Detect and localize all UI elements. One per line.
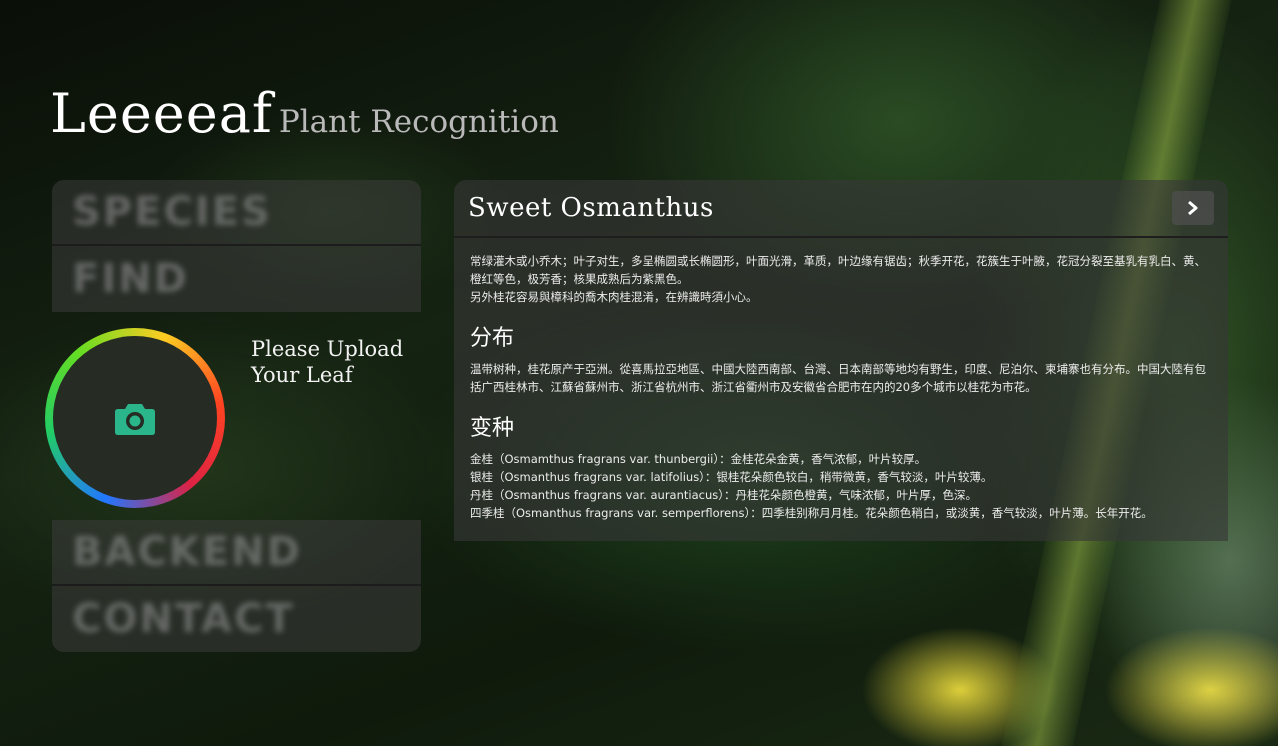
- nav-item-backend[interactable]: BACKEND: [52, 520, 421, 586]
- variants-heading: 变种: [470, 416, 515, 441]
- page-header: Leeeeaf Plant Recognition: [50, 82, 559, 145]
- result-panel: Sweet Osmanthus 常绿灌木或小乔木；叶子对生，多呈椭圆或长椭圆形，…: [454, 180, 1228, 541]
- nav-item-species[interactable]: SPECIES: [52, 180, 421, 246]
- brand-logo-text: Leeeeaf: [50, 82, 273, 145]
- chevron-right-icon: [1188, 201, 1198, 215]
- upload-prompt: Please Upload Your Leaf: [251, 336, 421, 388]
- distribution-paragraph: 温带树种，桂花原产于亞洲。從喜馬拉亞地區、中國大陸西南部、台灣、日本南部等地均有…: [470, 362, 1206, 394]
- nav-item-find[interactable]: FIND: [52, 246, 421, 312]
- nav-item-contact[interactable]: CONTACT: [52, 586, 421, 652]
- camera-icon: [115, 404, 155, 435]
- page-subtitle: Plant Recognition: [278, 104, 559, 140]
- next-result-button[interactable]: [1172, 191, 1214, 225]
- upload-inner-circle: [53, 336, 217, 500]
- upload-prompt-line-1: Please Upload: [251, 337, 404, 361]
- nav-item-label: FIND: [72, 256, 189, 302]
- result-header: Sweet Osmanthus: [454, 180, 1228, 238]
- variant-item: 金桂（Osmamthus fragrans var. thunbergii）：金…: [470, 452, 927, 466]
- intro-note: 另外桂花容易與樟科的喬木肉桂混淆，在辨識時須小心。: [470, 290, 758, 304]
- nav-item-label: CONTACT: [72, 596, 295, 642]
- upload-leaf-button[interactable]: [45, 328, 225, 508]
- result-body: 常绿灌木或小乔木；叶子对生，多呈椭圆或长椭圆形，叶面光滑，革质，叶边缘有锯齿；秋…: [454, 238, 1228, 522]
- nav-item-label: BACKEND: [72, 529, 302, 575]
- variant-item: 银桂（Osmanthus fragrans var. latifolius）：银…: [470, 470, 993, 484]
- intro-paragraph: 常绿灌木或小乔木；叶子对生，多呈椭圆或长椭圆形，叶面光滑，革质，叶边缘有锯齿；秋…: [470, 254, 1206, 286]
- species-name: Sweet Osmanthus: [468, 193, 714, 223]
- nav-menu-bottom: BACKEND CONTACT: [52, 520, 421, 652]
- variant-item: 四季桂（Osmanthus fragrans var. semperfloren…: [470, 506, 1153, 520]
- nav-item-label: SPECIES: [72, 189, 272, 235]
- upload-prompt-line-2: Your Leaf: [251, 363, 353, 387]
- nav-menu-top: SPECIES FIND: [52, 180, 421, 312]
- variant-item: 丹桂（Osmanthus fragrans var. aurantiacus）：…: [470, 488, 977, 502]
- distribution-heading: 分布: [470, 326, 515, 351]
